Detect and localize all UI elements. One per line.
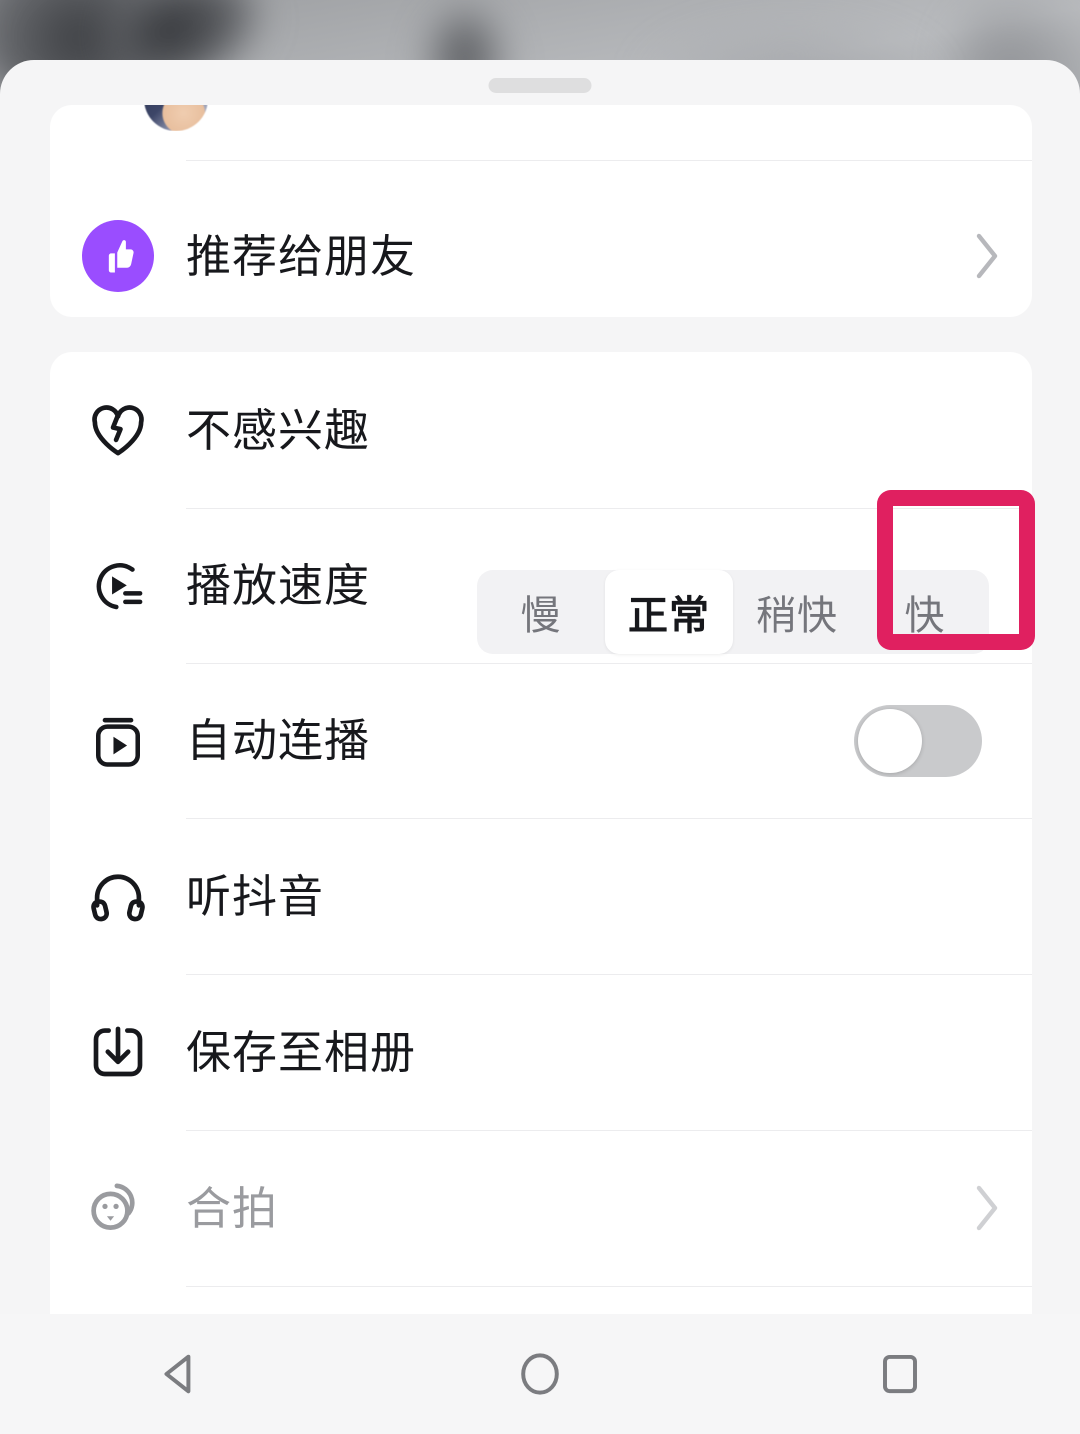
home-circle-icon [521,1353,559,1395]
recommend-icon-wrap [50,220,186,292]
drag-handle[interactable] [488,78,592,93]
recents-square-icon [883,1354,917,1394]
speed-option-fast[interactable]: 快 [861,570,989,654]
chevron-right-icon [942,228,1032,284]
auto-play-icon [95,717,141,767]
speed-option-normal[interactable]: 正常 [605,570,733,654]
chevron-right-icon [942,1180,1032,1236]
phone-screen: 推荐给朋友 不感兴趣 播放速度 慢 正常 稍快 快 自动连播 听抖音 保存至相册… [0,0,1080,1434]
play-speed-icon [96,562,143,609]
android-navigation-bar [0,1314,1080,1434]
broken-heart-icon [92,405,144,456]
avatar-image [144,105,208,131]
divider [186,160,1032,161]
row-recommend-to-friends[interactable]: 推荐给朋友 [50,195,1032,317]
row-label: 合拍 [186,1181,279,1235]
row-playback-speed[interactable]: 播放速度 慢 正常 稍快 快 [50,508,1032,663]
row-duet[interactable]: 合拍 [50,1130,1032,1286]
row-label: 保存至相册 [186,1025,417,1079]
row-label: 听抖音 [186,869,325,923]
row-save-to-album[interactable]: 保存至相册 [50,974,1032,1130]
speed-option-slightly-fast[interactable]: 稍快 [733,570,861,654]
speed-option-slow[interactable]: 慢 [477,570,605,654]
not-interested-icon-wrap [50,397,186,463]
bottom-sheet: 推荐给朋友 不感兴趣 播放速度 慢 正常 稍快 快 自动连播 听抖音 保存至相册… [0,60,1080,1434]
nav-home-button[interactable] [440,1314,640,1434]
nav-back-button[interactable] [80,1314,280,1434]
row-label: 自动连播 [186,714,371,767]
duet-icon-wrap [50,1172,186,1244]
row-label: 不感兴趣 [186,403,371,457]
listen-douyin-icon-wrap [50,863,186,929]
auto-play-icon-wrap [50,709,186,773]
thumbs-up-icon [82,220,154,292]
auto-play-toggle[interactable] [854,704,982,777]
row-listen-douyin[interactable]: 听抖音 [50,818,1032,974]
divider [186,1286,1032,1287]
playback-speed-icon-wrap [50,552,186,620]
actions-card: 不感兴趣 播放速度 慢 正常 稍快 快 自动连播 听抖音 保存至相册 合拍 [50,352,1032,1362]
duet-icon [91,1183,135,1231]
row-label: 推荐给朋友 [186,229,417,283]
back-triangle-icon [164,1354,191,1394]
save-to-album-icon-wrap [50,1019,186,1085]
share-card: 推荐给朋友 [50,105,1032,317]
headphones-icon [91,874,145,922]
row-not-interested[interactable]: 不感兴趣 [50,352,1032,508]
playback-speed-segmented-control[interactable]: 慢 正常 稍快 快 [477,570,989,654]
nav-recents-button[interactable] [800,1314,1000,1434]
avatar[interactable] [144,105,208,131]
row-auto-play[interactable]: 自动连播 [50,663,1032,818]
toggle-knob [858,708,922,773]
download-icon [93,1026,143,1077]
